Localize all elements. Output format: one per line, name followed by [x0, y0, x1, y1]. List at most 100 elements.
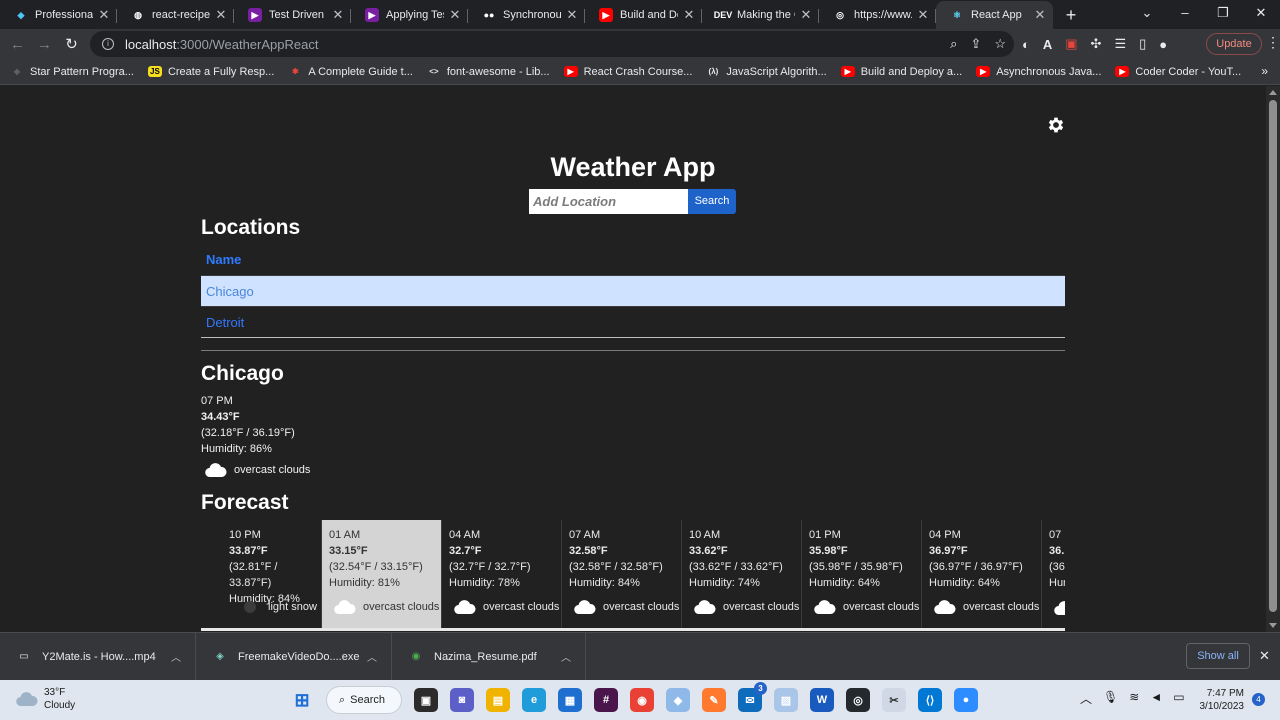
menu-kebab-icon[interactable]: ⋮ [1266, 34, 1280, 51]
forecast-card[interactable]: 10 PM 33.87°F (32.81°F / 33.87°F) Humidity:… [201, 520, 322, 628]
slack-icon[interactable]: # [594, 688, 618, 712]
tab-close-icon[interactable]: ✕ [799, 7, 813, 23]
browser-tab[interactable]: ▶ Test Driven De ✕ [234, 1, 351, 29]
github-desktop-icon[interactable]: ◎ [846, 688, 870, 712]
minimize-button[interactable]: – [1166, 0, 1204, 28]
chevron-up-icon[interactable]: ︿ [367, 649, 377, 664]
snipping-tool-icon[interactable]: ✂ [882, 688, 906, 712]
tab-close-icon[interactable]: ✕ [448, 7, 462, 23]
forecast-card[interactable]: 07 AM 32.58°F (32.58°F / 32.58°F) Humidity:… [562, 520, 682, 628]
tab-close-icon[interactable]: ✕ [565, 7, 579, 23]
notification-badge[interactable]: 4 [1252, 693, 1265, 706]
download-item[interactable]: ▭ Y2Mate.is - How....mp4 ︿ [0, 632, 196, 681]
vscode-icon[interactable]: ⟨⟩ [918, 688, 942, 712]
chevron-up-icon[interactable]: ︿ [561, 649, 571, 664]
tab-close-icon[interactable]: ✕ [1033, 7, 1047, 23]
share-icon[interactable]: ⇪ [970, 36, 981, 52]
taskbar-weather-widget[interactable]: 33°F Cloudy [16, 686, 75, 712]
show-all-downloads-button[interactable]: Show all [1186, 643, 1250, 669]
bookmark-item[interactable]: ▶ React Crash Course... [563, 66, 692, 78]
forecast-card[interactable]: 04 PM 36.97°F (36.97°F / 36.97°F) Humidity:… [922, 520, 1042, 628]
new-tab-button[interactable]: + [1057, 1, 1085, 29]
bookmark-star-icon[interactable]: ☆ [994, 36, 1006, 52]
download-item[interactable]: ◉ Nazima_Resume.pdf ︿ [392, 632, 586, 681]
tab-close-icon[interactable]: ✕ [331, 7, 345, 23]
bookmark-item[interactable]: ▶ Build and Deploy a... [840, 66, 962, 78]
forecast-card[interactable]: 01 PM 35.98°F (35.98°F / 35.98°F) Humidity:… [802, 520, 922, 628]
forecast-card[interactable]: 10 AM 33.62°F (33.62°F / 33.62°F) Humidity:… [682, 520, 802, 628]
task-view-icon[interactable]: ▣ [414, 688, 438, 712]
browser-tab[interactable]: ⚛ React App ✕ [936, 1, 1053, 29]
browser-tab[interactable]: ▶ Build and Dep ✕ [585, 1, 702, 29]
microphone-icon[interactable]: 🎙 [1103, 690, 1118, 707]
chevron-up-icon[interactable]: ︿ [171, 649, 181, 664]
site-info-icon[interactable]: i [102, 38, 114, 50]
store-icon[interactable]: ▦ [558, 688, 582, 712]
reading-list-icon[interactable]: ☰ [1114, 36, 1126, 52]
tab-close-icon[interactable]: ✕ [682, 7, 696, 23]
maximize-button[interactable]: ❐ [1204, 0, 1242, 28]
locations-column-header[interactable]: Name [201, 245, 1065, 275]
reload-button[interactable]: ↻ [58, 35, 85, 53]
location-search-input[interactable] [529, 189, 688, 214]
address-bar[interactable]: i localhost:3000/WeatherAppReact ⌕ ⇪ ☆ [90, 31, 1014, 57]
close-window-button[interactable]: ✕ [1242, 0, 1280, 28]
page-scrollbar[interactable] [1266, 86, 1280, 632]
tab-close-icon[interactable]: ✕ [97, 7, 111, 23]
download-item[interactable]: ◈ FreemakeVideoDo....exe ︿ [196, 632, 392, 681]
wifi-icon[interactable]: ≋ [1129, 690, 1139, 707]
taskbar-clock[interactable]: 7:47 PM 3/10/2023 [1196, 687, 1245, 713]
bookmarks-overflow-icon[interactable]: » [1261, 64, 1268, 78]
extension-icon-1[interactable]: ◐ [1022, 37, 1030, 52]
scrollbar-thumb[interactable] [1269, 100, 1277, 612]
bookmark-item[interactable]: ✱ A Complete Guide t... [288, 66, 413, 78]
bookmark-item[interactable]: ◈ Star Pattern Progra... [10, 66, 134, 78]
tab-close-icon[interactable]: ✕ [916, 7, 930, 23]
browser-tab[interactable]: ◍ react-recipe-p ✕ [117, 1, 234, 29]
scroll-down-arrow[interactable] [1269, 623, 1277, 628]
zoom-icon[interactable]: ⌕ [950, 36, 957, 52]
forecast-card[interactable]: 04 AM 32.7°F (32.7°F / 32.7°F) Humidity: 78… [442, 520, 562, 628]
browser-tab[interactable]: ◆ Professional ✕ [0, 1, 117, 29]
search-button[interactable]: Search [688, 189, 736, 214]
bookmark-item[interactable]: <> font-awesome - Lib... [427, 66, 549, 78]
back-button[interactable]: ← [4, 36, 31, 53]
windows-start-icon[interactable]: ⊞ [290, 688, 314, 712]
chrome-icon[interactable]: ◉ [630, 688, 654, 712]
side-panel-icon[interactable]: ▯ [1139, 36, 1146, 52]
bookmark-item[interactable]: (λ) JavaScript Algorith... [706, 66, 827, 78]
tab-search-icon[interactable]: ⌄ [1128, 0, 1166, 28]
bookmark-item[interactable]: ▶ Coder Coder - YouT... [1115, 66, 1241, 78]
forecast-card[interactable]: 07 PM 36. (36. Hur [1042, 520, 1065, 628]
extensions-puzzle-icon[interactable]: ✣ [1091, 36, 1102, 52]
forecast-carousel[interactable]: 10 PM 33.87°F (32.81°F / 33.87°F) Humidity:… [201, 520, 1065, 631]
word-icon[interactable]: W [810, 688, 834, 712]
postman-icon[interactable]: ✎ [702, 688, 726, 712]
location-row-detroit[interactable]: Detroit [201, 306, 1065, 337]
app-icon[interactable]: ◆ [666, 688, 690, 712]
bookmark-item[interactable]: JS Create a Fully Resp... [147, 66, 274, 78]
scroll-up-arrow[interactable] [1269, 90, 1277, 95]
location-row-chicago[interactable]: Chicago [201, 275, 1065, 306]
tab-close-icon[interactable]: ✕ [214, 7, 228, 23]
settings-gear-icon[interactable] [1046, 115, 1066, 135]
profile-avatar-icon[interactable]: ● [1159, 37, 1167, 52]
chevron-up-icon[interactable]: ︿ [1080, 690, 1092, 707]
browser-tab[interactable]: ▶ Applying Test ✕ [351, 1, 468, 29]
chat-icon[interactable]: ◙ [450, 688, 474, 712]
close-downloads-icon[interactable]: ✕ [1259, 648, 1270, 664]
browser-tab[interactable]: DEV Making the C ✕ [702, 1, 819, 29]
mail-icon[interactable]: ✉ 3 [738, 682, 767, 712]
battery-icon[interactable]: ▭ [1173, 690, 1184, 707]
address-url[interactable]: localhost:3000/WeatherAppReact [125, 37, 318, 52]
forecast-card[interactable]: 01 AM 33.15°F (32.54°F / 33.15°F) Humidity:… [322, 520, 442, 628]
update-button[interactable]: Update [1206, 33, 1262, 55]
extension-icon-2[interactable]: A [1043, 37, 1052, 52]
volume-icon[interactable]: ◄ [1150, 690, 1162, 707]
zoom-icon[interactable]: ● [954, 688, 978, 712]
taskbar-search[interactable]: ⌕ Search [326, 686, 402, 714]
file-explorer-icon[interactable]: ▤ [486, 688, 510, 712]
browser-tab[interactable]: ◎ https://www.f ✕ [819, 1, 936, 29]
forward-button[interactable]: → [31, 36, 58, 53]
edge-icon[interactable]: e [522, 688, 546, 712]
